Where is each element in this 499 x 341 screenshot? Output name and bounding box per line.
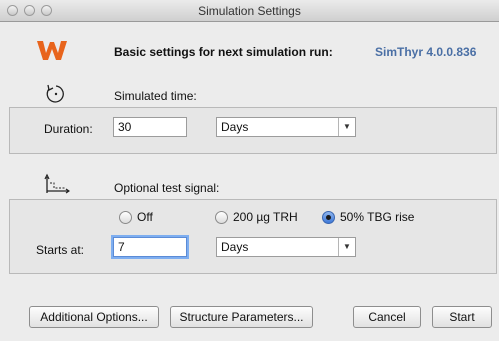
starts-at-label: Starts at: — [36, 243, 85, 257]
tbg-rise-radio-label: 50% TBG rise — [340, 210, 415, 224]
starts-at-input[interactable]: 7 — [113, 237, 187, 257]
test-signal-group: Off 200 µg TRH 50% TBG rise Starts at: 7… — [9, 199, 497, 274]
settings-heading: Basic settings for next simulation run: — [114, 45, 333, 59]
trh-radio[interactable] — [215, 211, 228, 224]
title-bar: Simulation Settings — [0, 0, 499, 22]
simulated-time-group: Duration: 30 Days ▼ — [9, 107, 497, 154]
structure-parameters-button[interactable]: Structure Parameters... — [170, 306, 313, 328]
duration-unit-select[interactable]: Days ▼ — [216, 117, 356, 137]
cancel-button[interactable]: Cancel — [353, 306, 421, 328]
simulation-settings-window: Simulation Settings Basic settings for n… — [0, 0, 499, 341]
test-signal-label: Optional test signal: — [114, 181, 220, 195]
start-button[interactable]: Start — [432, 306, 492, 328]
off-radio[interactable] — [119, 211, 132, 224]
clock-icon — [46, 84, 64, 103]
off-radio-label: Off — [137, 210, 153, 224]
additional-options-button[interactable]: Additional Options... — [29, 306, 159, 328]
duration-input[interactable]: 30 — [113, 117, 187, 137]
test-signal-icon — [44, 173, 70, 194]
window-title: Simulation Settings — [198, 4, 301, 18]
chevron-down-icon: ▼ — [338, 238, 355, 256]
starts-at-unit-select[interactable]: Days ▼ — [216, 237, 356, 257]
tbg-rise-radio[interactable] — [322, 211, 335, 224]
trh-radio-label: 200 µg TRH — [233, 210, 298, 224]
starts-at-unit-value: Days — [221, 240, 249, 254]
duration-unit-value: Days — [221, 120, 249, 134]
version-label: SimThyr 4.0.0.836 — [375, 45, 477, 59]
chevron-down-icon: ▼ — [338, 118, 355, 136]
simulated-time-label: Simulated time: — [114, 89, 197, 103]
duration-label: Duration: — [44, 122, 93, 136]
simthyr-logo-icon — [37, 41, 67, 60]
